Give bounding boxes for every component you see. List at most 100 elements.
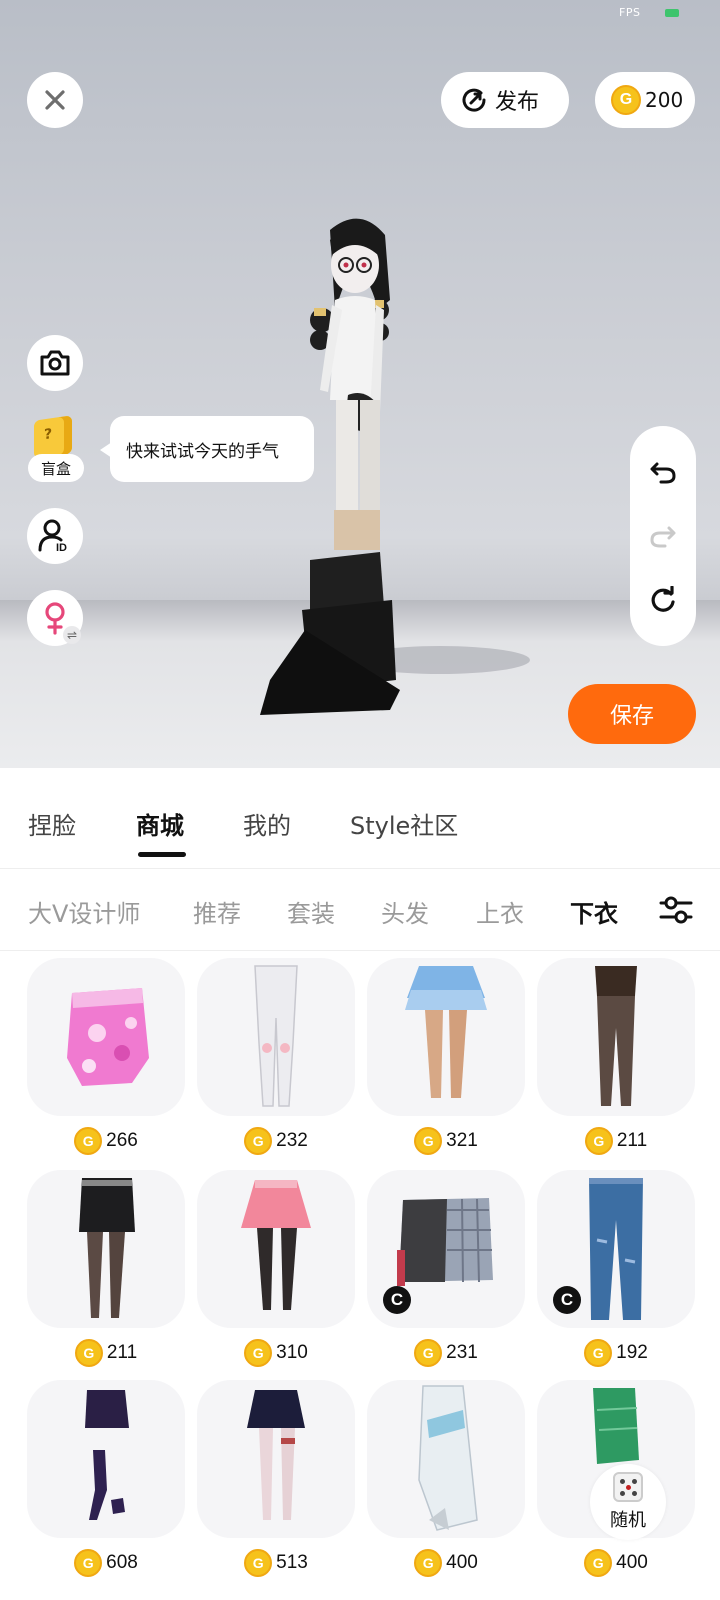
blind-box-icon [34,415,72,459]
item-thumbnail [197,1380,355,1538]
item-thumbnail [27,1380,185,1538]
price-value: 231 [446,1342,478,1363]
item-thumbnail [197,958,355,1116]
item-price: 310 [197,1338,355,1368]
creator-badge-icon: C [553,1286,581,1314]
blue-ruffle-skirt-icon [405,966,487,1098]
coin-icon [74,1127,103,1155]
category-sets[interactable]: 套装 [287,894,335,929]
item-thumbnail [367,1380,525,1538]
coin-icon [414,1339,443,1367]
tip-text: 快来试试今天的手气 [126,441,279,462]
price-value: 321 [446,1130,478,1151]
item-card[interactable]: C 192 [537,1170,695,1370]
item-card[interactable]: C 231 [367,1170,525,1370]
price-value: 266 [106,1130,138,1151]
close-button[interactable] [27,72,83,128]
item-price: 400 [367,1548,525,1578]
dice-icon [613,1472,643,1502]
item-card[interactable]: 266 [27,958,185,1158]
category-hair[interactable]: 头发 [381,894,429,929]
category-tab-bar: 大V设计师 推荐 套装 头发 上衣 下衣 [0,870,720,951]
publish-label: 发布 [495,90,540,115]
price-value: 232 [276,1130,308,1151]
save-button[interactable]: 保存 [568,684,696,744]
item-price: 400 [537,1548,695,1578]
item-card[interactable]: 321 [367,958,525,1158]
history-controls [630,426,696,646]
coin-icon [584,1339,613,1367]
category-tops[interactable]: 上衣 [476,894,524,929]
item-thumbnail: C [537,1170,695,1328]
swap-icon: ⇌ [63,626,81,644]
price-value: 400 [446,1552,478,1573]
pink-pleated-skirt-icon [241,1180,311,1310]
coin-icon [584,1127,613,1155]
item-price: 211 [537,1126,695,1156]
tab-style-community[interactable]: Style社区 [350,806,458,841]
item-thumbnail: C [367,1170,525,1328]
category-designer[interactable]: 大V设计师 [28,894,140,929]
gender-switch-button[interactable]: ⇌ [27,590,83,646]
item-card[interactable]: 608 [27,1380,185,1580]
blind-box-label: 盲盒 [28,454,84,482]
random-button[interactable]: 随机 [590,1464,666,1540]
reset-button[interactable] [647,584,679,616]
tab-face[interactable]: 捏脸 [28,806,76,841]
coin-icon [244,1549,273,1577]
navy-pleated-skirt-icon [247,1390,305,1520]
white-leggings-icon [254,965,298,1107]
coin-icon [74,1339,103,1367]
tab-mine[interactable]: 我的 [243,806,291,841]
item-thumbnail [27,1170,185,1328]
undo-icon [650,462,676,484]
tab-mall[interactable]: 商城 [136,806,184,841]
white-wrap-skirt-icon [418,1385,478,1531]
reset-icon [651,586,675,612]
price-value: 192 [616,1342,648,1363]
item-card[interactable]: 400 [367,1380,525,1580]
item-card[interactable]: 211 [27,1170,185,1370]
main-tab-bar: 捏脸 商城 我的 Style社区 [0,768,720,869]
item-price: 211 [27,1338,185,1368]
undo-button[interactable] [647,456,679,488]
tip-bubble[interactable]: 快来试试今天的手气 [100,416,314,482]
avatar-viewport[interactable]: FPS 发布 G 200 ? 盲盒 快来试试今天的手气 ID ⇌ 保存 [0,0,720,768]
blind-box-button[interactable]: 盲盒 [26,415,84,482]
camera-button[interactable] [27,335,83,391]
item-card[interactable]: 232 [197,958,355,1158]
item-card[interactable]: 211 [537,958,695,1158]
avatar-id-button[interactable]: ID [27,508,83,564]
price-value: 513 [276,1552,308,1573]
coin-icon [414,1549,443,1577]
publish-button[interactable]: 发布 [441,72,569,128]
price-value: 400 [616,1552,648,1573]
item-card[interactable]: 310 [197,1170,355,1370]
pink-camo-skirt-icon [67,988,149,1086]
coin-icon [414,1127,443,1155]
item-thumbnail [27,958,185,1116]
coin-balance[interactable]: 200 [595,72,695,128]
item-price: 232 [197,1126,355,1156]
category-bottoms[interactable]: 下衣 [570,894,618,929]
item-thumbnail [367,958,525,1116]
item-price: 608 [27,1548,185,1578]
redo-button[interactable] [647,520,679,552]
creator-badge-icon: C [383,1286,411,1314]
category-recommended[interactable]: 推荐 [193,894,241,929]
filter-icon [659,896,693,924]
filter-button[interactable] [658,892,694,928]
item-price: 231 [367,1338,525,1368]
item-card[interactable]: 513 [197,1380,355,1580]
camera-icon [40,350,70,376]
coin-icon [74,1549,103,1577]
price-value: 310 [276,1342,308,1363]
item-price: 513 [197,1548,355,1578]
coin-icon [244,1339,273,1367]
price-value: 211 [106,1342,138,1363]
item-thumbnail [197,1170,355,1328]
coin-icon [584,1549,613,1577]
purple-shorts-icon [85,1390,129,1520]
item-price: 321 [367,1126,525,1156]
svg-text:ID: ID [56,542,67,554]
